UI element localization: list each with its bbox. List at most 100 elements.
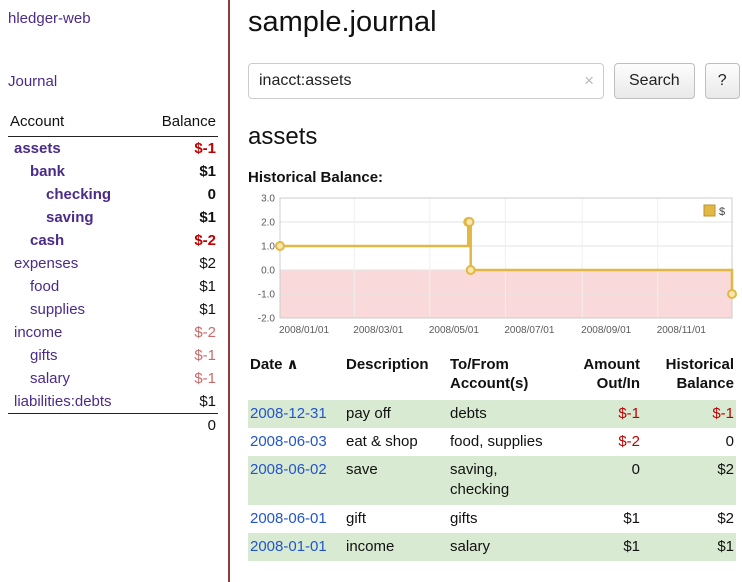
register-description: income bbox=[344, 533, 448, 561]
register-description: eat & shop bbox=[344, 428, 448, 456]
register-account: saving, checking bbox=[448, 456, 564, 505]
app-brand-link[interactable]: hledger-web bbox=[8, 10, 218, 27]
register-date-link[interactable]: 2008-06-01 bbox=[250, 510, 327, 527]
sort-asc-icon: ∧ bbox=[287, 356, 299, 373]
account-balance: $1 bbox=[142, 298, 218, 321]
sidebar: hledger-web Journal Account Balance asse… bbox=[0, 0, 230, 582]
search-button[interactable]: Search bbox=[614, 63, 695, 99]
account-row: food $1 bbox=[8, 275, 218, 298]
register-col-date-label: Date bbox=[250, 356, 283, 373]
register-description: pay off bbox=[344, 400, 448, 428]
register-balance: $1 bbox=[642, 533, 736, 561]
account-link-checking[interactable]: checking bbox=[46, 186, 111, 203]
svg-text:-2.0: -2.0 bbox=[258, 314, 276, 325]
register-col-description: Description bbox=[344, 354, 448, 400]
account-row: saving $1 bbox=[8, 206, 218, 229]
register-date-link[interactable]: 2008-06-02 bbox=[250, 461, 327, 478]
register-account: debts bbox=[448, 400, 564, 428]
accounts-table: Account Balance assets $-1 bank $1 check… bbox=[8, 110, 218, 437]
balance-chart: 3.02.01.00.0-1.0-2.02008/01/012008/03/01… bbox=[248, 190, 740, 340]
account-row: liabilities:debts $1 bbox=[8, 390, 218, 414]
chart-svg: 3.02.01.00.0-1.0-2.02008/01/012008/03/01… bbox=[248, 190, 740, 340]
account-link-saving[interactable]: saving bbox=[46, 209, 94, 226]
register-amount: $1 bbox=[564, 533, 642, 561]
clear-search-icon[interactable]: × bbox=[584, 71, 594, 91]
register-amount: $-2 bbox=[564, 428, 642, 456]
svg-text:2008/11/01: 2008/11/01 bbox=[657, 325, 707, 336]
account-row: income $-2 bbox=[8, 321, 218, 344]
accounts-col-balance: Balance bbox=[142, 110, 218, 137]
register-row[interactable]: 2008-01-01 income salary $1 $1 bbox=[248, 533, 736, 561]
register-balance: $2 bbox=[642, 456, 736, 505]
account-row: bank $1 bbox=[8, 160, 218, 183]
svg-text:$: $ bbox=[719, 206, 725, 218]
register-row[interactable]: 2008-06-02 save saving, checking 0 $2 bbox=[248, 456, 736, 505]
svg-text:3.0: 3.0 bbox=[261, 194, 275, 205]
register-row[interactable]: 2008-12-31 pay off debts $-1 $-1 bbox=[248, 400, 736, 428]
register-col-balance: Historical Balance bbox=[642, 354, 736, 400]
account-balance: $1 bbox=[142, 160, 218, 183]
account-balance: $1 bbox=[142, 206, 218, 229]
svg-text:2008/07/01: 2008/07/01 bbox=[504, 325, 554, 336]
account-balance: $-1 bbox=[142, 137, 218, 161]
chart-title: Historical Balance: bbox=[248, 169, 740, 186]
svg-text:0.0: 0.0 bbox=[261, 266, 275, 277]
page-title: sample.journal bbox=[248, 6, 740, 39]
account-link-supplies[interactable]: supplies bbox=[30, 301, 85, 318]
search-box: × bbox=[248, 63, 604, 99]
register-account: food, supplies bbox=[448, 428, 564, 456]
account-link-salary[interactable]: salary bbox=[30, 370, 70, 387]
register-description: save bbox=[344, 456, 448, 505]
account-row: supplies $1 bbox=[8, 298, 218, 321]
register-row[interactable]: 2008-06-03 eat & shop food, supplies $-2… bbox=[248, 428, 736, 456]
register-account: salary bbox=[448, 533, 564, 561]
account-balance: $-2 bbox=[142, 321, 218, 344]
register-col-amount: Amount Out/In bbox=[564, 354, 642, 400]
svg-text:2008/09/01: 2008/09/01 bbox=[581, 325, 631, 336]
account-link-liabilities-debts[interactable]: liabilities:debts bbox=[14, 393, 112, 410]
register-table: Date∧ Description To/From Account(s) Amo… bbox=[248, 354, 736, 561]
register-row[interactable]: 2008-06-01 gift gifts $1 $2 bbox=[248, 505, 736, 533]
accounts-header-row: Account Balance bbox=[8, 110, 218, 137]
register-amount: 0 bbox=[564, 456, 642, 505]
account-row: cash $-2 bbox=[8, 229, 218, 252]
hledger-web-app: hledger-web Journal Account Balance asse… bbox=[0, 0, 742, 582]
account-link-bank[interactable]: bank bbox=[30, 163, 65, 180]
account-link-gifts[interactable]: gifts bbox=[30, 347, 58, 364]
account-balance: $1 bbox=[142, 275, 218, 298]
register-balance: $-1 bbox=[642, 400, 736, 428]
nav-journal-link[interactable]: Journal bbox=[8, 73, 218, 90]
svg-text:2008/01/01: 2008/01/01 bbox=[279, 325, 329, 336]
account-balance: $-1 bbox=[142, 367, 218, 390]
register-date-link[interactable]: 2008-06-03 bbox=[250, 433, 327, 450]
register-date-link[interactable]: 2008-01-01 bbox=[250, 538, 327, 555]
main-content: sample.journal × Search ? assets Histori… bbox=[230, 0, 742, 582]
svg-text:2008/05/01: 2008/05/01 bbox=[429, 325, 479, 336]
account-link-food[interactable]: food bbox=[30, 278, 59, 295]
search-input[interactable] bbox=[248, 63, 604, 99]
register-balance: 0 bbox=[642, 428, 736, 456]
account-balance: $-2 bbox=[142, 229, 218, 252]
register-description: gift bbox=[344, 505, 448, 533]
register-date-link[interactable]: 2008-12-31 bbox=[250, 405, 327, 422]
account-row: checking 0 bbox=[8, 183, 218, 206]
account-link-expenses[interactable]: expenses bbox=[14, 255, 78, 272]
account-balance: $-1 bbox=[142, 344, 218, 367]
account-link-cash[interactable]: cash bbox=[30, 232, 64, 249]
account-link-income[interactable]: income bbox=[14, 324, 62, 341]
svg-text:1.0: 1.0 bbox=[261, 242, 275, 253]
account-heading: assets bbox=[248, 123, 740, 151]
account-row: expenses $2 bbox=[8, 252, 218, 275]
help-button[interactable]: ? bbox=[705, 63, 740, 99]
account-balance: 0 bbox=[142, 183, 218, 206]
accounts-col-account: Account bbox=[8, 110, 142, 137]
accounts-total-row: 0 bbox=[8, 414, 218, 438]
svg-text:-1.0: -1.0 bbox=[258, 290, 276, 301]
register-amount: $-1 bbox=[564, 400, 642, 428]
svg-text:2.0: 2.0 bbox=[261, 218, 275, 229]
accounts-total-value: 0 bbox=[142, 414, 218, 438]
account-link-assets[interactable]: assets bbox=[14, 140, 61, 157]
search-form: × Search ? bbox=[248, 63, 740, 99]
register-col-date[interactable]: Date∧ bbox=[248, 354, 344, 400]
account-row: assets $-1 bbox=[8, 137, 218, 161]
